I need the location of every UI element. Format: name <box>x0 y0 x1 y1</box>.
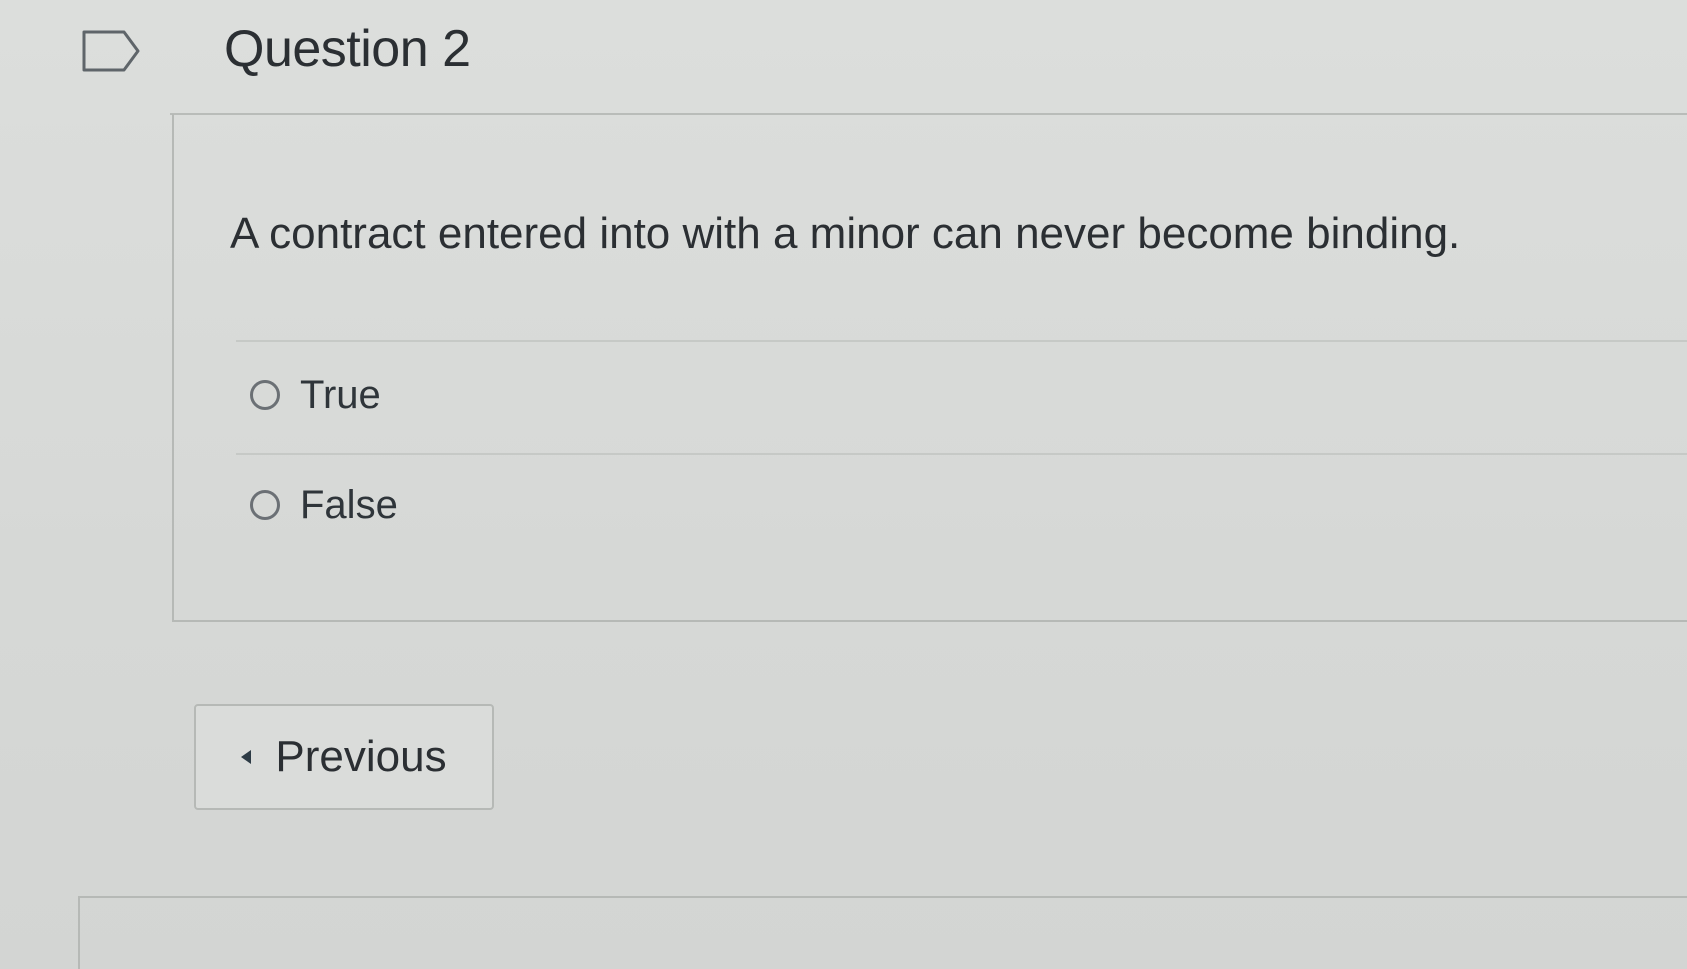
quiz-page: Question 2 A contract entered into with … <box>0 0 1687 969</box>
flag-icon[interactable] <box>82 30 140 72</box>
previous-label: Previous <box>275 732 447 781</box>
answer-divider <box>236 340 1687 342</box>
answer-divider <box>236 453 1687 455</box>
answer-option-true[interactable]: True <box>250 365 381 425</box>
answer-option-false[interactable]: False <box>250 475 398 535</box>
question-text: A contract entered into with a minor can… <box>230 209 1461 258</box>
previous-button[interactable]: Previous <box>194 704 494 810</box>
next-question-panel <box>78 896 1687 969</box>
radio-true[interactable] <box>250 380 280 410</box>
caret-left-icon <box>241 750 252 764</box>
answer-label-false: False <box>300 482 398 527</box>
question-panel <box>172 114 1687 622</box>
radio-false[interactable] <box>250 490 280 520</box>
answer-label-true: True <box>300 372 381 417</box>
question-title: Question 2 <box>224 20 471 78</box>
